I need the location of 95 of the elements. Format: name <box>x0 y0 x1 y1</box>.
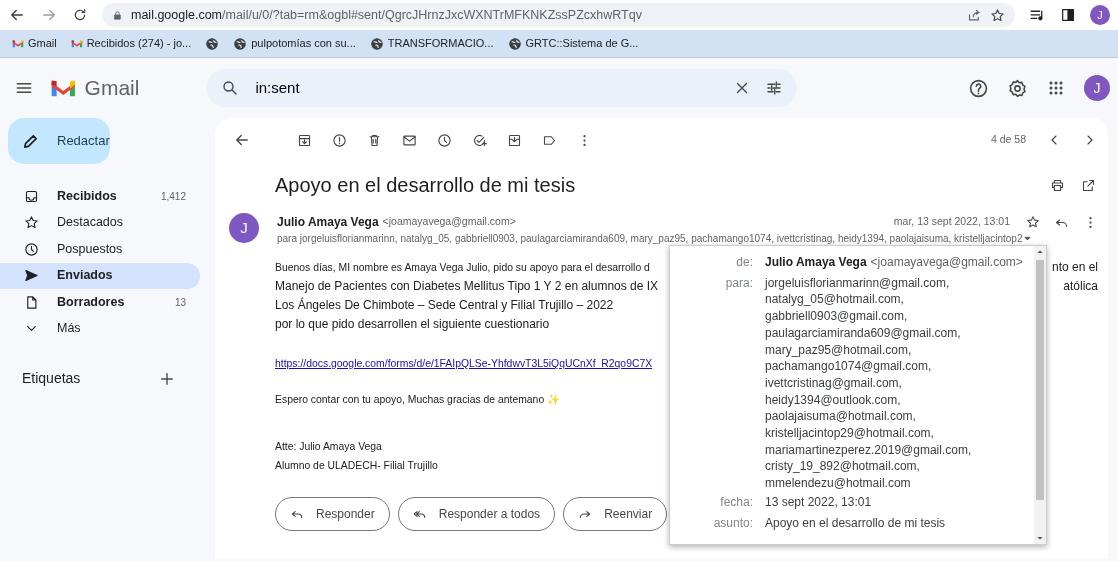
body-text: Los Ángeles De Chimbote – Sede Central y Filial Trujillo – 2022 <box>275 296 614 314</box>
bookmark-star-icon[interactable] <box>990 7 1005 23</box>
sender-name: Julio Amaya Vega <box>765 254 867 271</box>
clock-icon[interactable] <box>437 132 452 148</box>
open-new-window-icon[interactable] <box>1081 177 1096 193</box>
detail-label: para: <box>724 274 753 292</box>
print-icon[interactable] <box>1050 177 1065 193</box>
star-icon <box>24 215 39 231</box>
body-text: Buenos días, MI nombre es Amaya Vega Julio, pido su apoyo para el desarrollo d <box>275 261 650 275</box>
recipient-address: heidy1394@outlook.com, <box>765 391 902 409</box>
clock-icon <box>24 241 39 257</box>
bookmark-link[interactable]: Gmail <box>12 35 57 52</box>
folder-item[interactable]: Pospuestos <box>0 236 200 263</box>
trash-icon[interactable] <box>367 132 382 148</box>
message-subject: Apoyo en el desarrollo de mi tesis <box>275 173 577 198</box>
bookmark-link[interactable]: Recibidos (274) - jo... <box>70 35 192 52</box>
inbox-icon <box>24 188 39 204</box>
sender-email: <joamayavega@gmail.com> <box>382 214 516 230</box>
body-text: atólica <box>1063 278 1098 295</box>
move-icon[interactable] <box>507 132 522 148</box>
bookmark-link[interactable]: GRTC::Sistema de G... <box>507 35 639 52</box>
recipient-address: gabbriell0903@gmail.com, <box>765 308 909 325</box>
action-button[interactable]: Reenviar <box>563 497 668 531</box>
form-link[interactable]: https://docs.google.com/forms/d/e/1FAIpQLSe-YhfdwvT3L5iQqUCnXf_R2qo9C7X <box>275 358 653 369</box>
settings-icon[interactable] <box>1007 77 1028 99</box>
recipient-address: paolajaisuma@hotmail.com, <box>765 408 917 426</box>
body-text: Alumno de ULADECH- Filial Trujillo <box>275 459 438 473</box>
folder-item[interactable]: Borradores 13 <box>0 289 200 316</box>
bookmark-link[interactable]: TRANSFORMACIO... <box>369 35 494 52</box>
action-button[interactable]: Responder a todos <box>397 497 556 531</box>
add-task-icon[interactable] <box>472 132 487 148</box>
folder-item[interactable]: Enviados <box>0 262 200 289</box>
folder-count: 13 <box>174 295 186 310</box>
recipient-address: mary_paz95@hotmail.com, <box>765 341 913 359</box>
recipient-address: mariamartinezperez.2019@gmail.com, <box>765 441 972 459</box>
search-input[interactable]: in:sent <box>253 75 720 101</box>
detail-label: asunto: <box>712 514 753 532</box>
pencil-icon <box>22 132 39 150</box>
globe-icon <box>369 36 384 51</box>
sender-name: Julio Amaya Vega <box>277 214 379 231</box>
gmail-logo-icon <box>12 39 24 48</box>
star-icon[interactable] <box>1026 214 1040 229</box>
send-icon <box>24 268 39 284</box>
side-panel-icon[interactable] <box>1060 7 1076 23</box>
account-avatar[interactable]: J <box>1084 75 1110 101</box>
sender-avatar: J <box>229 213 259 243</box>
address-bar[interactable]: mail.google.com/mail/u/0/?tab=rm&ogbl#sent/QgrcJHrnzJxcWXNTrMFKNKZssPZcxhwRTqv <box>102 3 1015 27</box>
mail-icon[interactable] <box>402 132 417 148</box>
detail-label: fecha: <box>719 493 753 511</box>
report-icon[interactable] <box>332 132 347 148</box>
message-date: mar, 13 sept 2022, 13:01 <box>893 214 1010 230</box>
gmail-logo-icon <box>70 39 83 48</box>
recipients-text: para jorgeluisflorianmarinn, natalyg_05, gabbriell0903, paulagarciamiranda609, mary_paz95, pachamango1074, ivettcristinag, heidy1394, paolajaisuma, kristelljacintop2 <box>277 232 1023 246</box>
detail-value: Apoyo en el desarrollo de mi tesis <box>765 514 946 532</box>
recipient-address: jorgeluisflorianmarinn@gmail.com, <box>765 274 951 292</box>
folder-item[interactable]: Más <box>0 315 200 342</box>
recipient-address: natalyg_05@hotmail.com, <box>765 291 905 309</box>
body-text: Espero contar con tu apoyo, Muchas gracias de antemano ✨ <box>275 393 561 407</box>
globe-icon <box>507 36 522 51</box>
recipient-address: kristelljacintop29@hotmail.com, <box>765 425 935 442</box>
filter-icon[interactable] <box>765 79 784 97</box>
pager-text: 4 de 58 <box>990 132 1026 148</box>
folder-item[interactable]: Destacados <box>0 209 200 236</box>
body-text: nto en el <box>1051 259 1098 276</box>
share-icon[interactable] <box>967 7 982 23</box>
search-field[interactable]: in:sent <box>207 69 798 107</box>
profile-avatar[interactable]: J <box>1090 5 1110 25</box>
help-icon[interactable] <box>968 77 989 99</box>
recipient-address: mmelendezu@hotmail.com <box>765 475 912 492</box>
bookmark-link[interactable]: pulpotomías con su... <box>233 35 356 52</box>
app-name: Gmail <box>84 75 140 102</box>
action-button[interactable]: Responder <box>275 497 390 531</box>
gmail-logo-icon <box>50 78 77 98</box>
globe-icon <box>233 36 248 51</box>
folder-item[interactable]: Recibidos 1,412 <box>0 183 200 210</box>
body-text: Manejo de Pacientes con Diabetes Mellitus Tipo 1 Y 2 en alumnos de IX <box>275 278 659 295</box>
scrollbar[interactable] <box>1034 246 1046 544</box>
detail-value: 13 sept 2022, 13:01 <box>765 493 872 511</box>
url-text: mail.google.com/mail/u/0/?tab=rm&ogbl#sent/QgrcJHrnzJxcWXNTrMFKNKZssPZcxhwRTqv <box>131 6 643 24</box>
archive-icon[interactable] <box>297 132 312 148</box>
detail-label: de: <box>735 254 753 271</box>
recipient-address: paulagarciamiranda609@gmail.com, <box>765 324 962 342</box>
recipient-address: cristy_19_892@hotmail.com, <box>765 458 921 476</box>
folder-count: 1,412 <box>160 189 186 204</box>
body-text: por lo que pido desarrollen el siguiente cuestionario <box>275 316 550 333</box>
globe-bookmark-icon[interactable] <box>205 36 220 51</box>
file-icon <box>24 294 39 310</box>
lock-icon <box>112 9 123 21</box>
labels-heading: Etiquetas <box>22 369 81 388</box>
sender-email: <joamayavega@gmail.com> <box>870 254 1023 271</box>
reload-icon[interactable] <box>72 7 88 23</box>
recipient-address: pachamango1074@gmail.com, <box>765 358 933 375</box>
body-text: Atte: Julio Amaya Vega <box>275 440 382 454</box>
compose-button[interactable]: Redactar <box>8 118 110 164</box>
recipient-address: ivettcristinag@gmail.com, <box>765 374 903 392</box>
